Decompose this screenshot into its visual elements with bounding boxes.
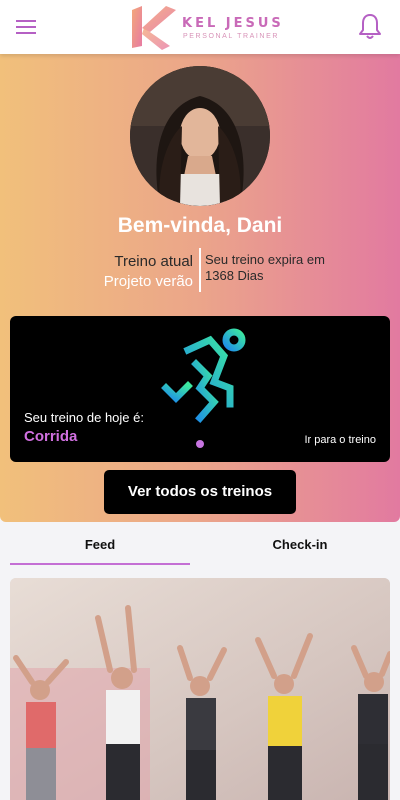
current-training: Treino atual Projeto verão: [104, 252, 193, 292]
notifications-button[interactable]: [354, 10, 386, 42]
carousel-indicator: [196, 440, 204, 448]
tab-bar: Feed Check-in: [0, 522, 400, 568]
bell-icon: [359, 14, 381, 39]
divider: [199, 248, 201, 292]
app-bar: KEL JESUS PERSONAL TRAINER: [0, 0, 400, 54]
view-all-workouts-button[interactable]: Ver todos os treinos: [104, 470, 296, 514]
hero-section: Bem-vinda, Dani Treino atual Projeto ver…: [0, 54, 400, 522]
tab-feed[interactable]: Feed: [0, 522, 200, 568]
brand-name: KEL JESUS: [182, 16, 284, 31]
current-training-label: Treino atual: [114, 253, 193, 270]
tab-check-in[interactable]: Check-in: [200, 522, 400, 568]
active-tab-indicator: [10, 563, 190, 565]
go-to-workout-link[interactable]: Ir para o treino: [304, 434, 376, 446]
today-workout-card[interactable]: Seu treino de hoje é: Corrida Ir para o …: [10, 316, 390, 462]
feed-post-image[interactable]: [10, 578, 390, 800]
brand-logo: KEL JESUS PERSONAL TRAINER: [128, 4, 281, 50]
brand-tagline: PERSONAL TRAINER: [183, 33, 280, 40]
today-workout-name: Corrida: [24, 428, 78, 445]
current-training-value: Projeto verão: [103, 273, 193, 290]
logo-mark-icon: [132, 6, 176, 50]
greeting: Bem-vinda, Dani: [117, 214, 283, 237]
running-person-icon: [161, 328, 246, 423]
avatar: [130, 66, 270, 206]
menu-button[interactable]: [12, 14, 42, 40]
hamburger-icon: [16, 20, 36, 34]
today-label: Seu treino de hoje é:: [24, 410, 144, 425]
expiry-text: Seu treino expira em 1368 Dias: [205, 252, 325, 283]
